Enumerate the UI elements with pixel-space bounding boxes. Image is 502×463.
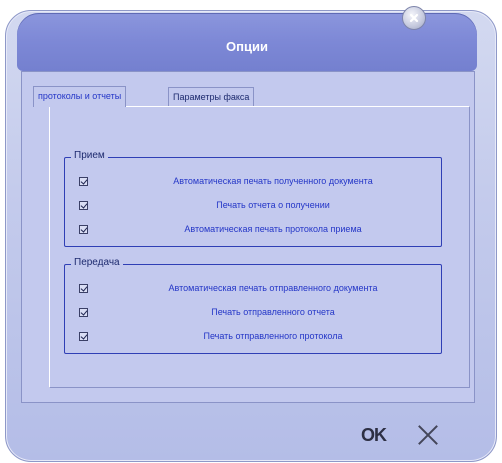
- receive-group-legend: Прием: [71, 150, 108, 161]
- tab-label: протоколы и отчеты: [38, 91, 122, 101]
- tab-fax-settings[interactable]: Параметры факса: [168, 87, 255, 106]
- close-icon: [409, 13, 419, 23]
- send-print-report-option[interactable]: Печать отправленного отчета: [65, 307, 441, 321]
- window-title: Опции: [226, 39, 268, 54]
- receive-auto-print-protocol-option[interactable]: Автоматическая печать протокола приема: [65, 224, 441, 238]
- tab-label: Параметры факса: [173, 92, 250, 102]
- tab-protocols-reports[interactable]: протоколы и отчеты: [33, 86, 127, 107]
- option-label: Автоматическая печать полученного докуме…: [173, 176, 373, 186]
- cancel-button[interactable]: [415, 422, 441, 448]
- checkbox[interactable]: [79, 332, 88, 341]
- option-label: Печать отправленного протокола: [203, 331, 343, 341]
- send-print-protocol-option[interactable]: Печать отправленного протокола: [65, 331, 441, 345]
- receive-auto-print-document-option[interactable]: Автоматическая печать полученного докуме…: [65, 176, 441, 190]
- checkbox[interactable]: [79, 225, 88, 234]
- ok-button[interactable]: OK: [361, 425, 387, 446]
- checkbox[interactable]: [79, 308, 88, 317]
- send-auto-print-document-option[interactable]: Автоматическая печать отправленного доку…: [65, 283, 441, 297]
- checkbox[interactable]: [79, 177, 88, 186]
- receive-print-report-option[interactable]: Печать отчета о получении: [65, 200, 441, 214]
- checkbox[interactable]: [79, 284, 88, 293]
- checkbox[interactable]: [79, 201, 88, 210]
- option-label: Автоматическая печать протокола приема: [184, 224, 362, 234]
- option-label: Автоматическая печать отправленного доку…: [168, 283, 378, 293]
- close-button[interactable]: [402, 6, 426, 30]
- option-label: Печать отправленного отчета: [211, 307, 335, 317]
- receive-group: Прием Автоматическая печать полученного …: [64, 150, 442, 247]
- send-group-legend: Передача: [71, 257, 123, 268]
- option-label: Печать отчета о получении: [216, 200, 330, 210]
- send-group: Передача Автоматическая печать отправлен…: [64, 257, 442, 354]
